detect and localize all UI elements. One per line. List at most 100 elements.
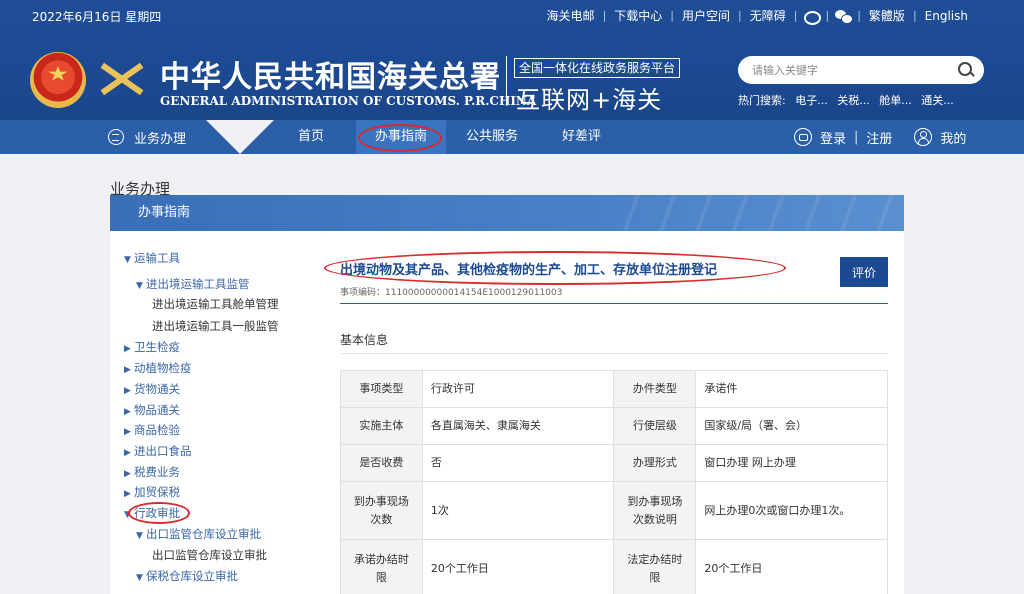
- table-value-cell: 各直属海关、隶属海关: [421, 407, 615, 445]
- table-row: 实施主体 各直属海关、隶属海关 行使层级 国家级/局（署、会）: [340, 407, 888, 445]
- title-divider: [340, 303, 888, 304]
- nav-notch: [206, 120, 274, 154]
- table-key-cell: 办理形式: [613, 444, 697, 482]
- my-account-link[interactable]: 我的: [940, 128, 966, 147]
- table-key-cell: 办件类型: [613, 370, 697, 408]
- nav-business-menu[interactable]: 业务办理: [108, 120, 186, 154]
- basic-info-table: 事项类型 行政许可 办件类型 承诺件 实施主体 各直属海关、隶属海关 行使层级 国家级/局（署…: [340, 370, 888, 594]
- platform-title: 互联网+海关: [516, 86, 663, 114]
- caret-right-icon: ▶: [124, 448, 131, 458]
- chat-icon[interactable]: [794, 128, 812, 146]
- weibo-icon[interactable]: [803, 9, 822, 25]
- sidebar-item-label: 出口监管仓库设立审批: [146, 527, 261, 541]
- sidebar-item-label: 加贸保税: [134, 485, 180, 499]
- table-value-cell: 20个工作日: [695, 539, 888, 594]
- panel-header: 办事指南: [110, 195, 904, 231]
- caret-right-icon: ▶: [124, 407, 131, 417]
- link-traditional-chinese[interactable]: 繁體版: [861, 7, 913, 24]
- table-value-cell: 1次: [421, 481, 615, 540]
- caret-down-icon: ▼: [136, 531, 143, 541]
- caret-right-icon: ▶: [124, 365, 131, 375]
- sidebar-item[interactable]: ▼ 出口监管仓库设立审批: [136, 526, 261, 542]
- hot-search: 热门搜索: 电子... 关税... 舱单... 通关...: [738, 92, 960, 108]
- sidebar-item[interactable]: ▶ 动植物检疫: [124, 360, 192, 376]
- hot-search-term[interactable]: 舱单...: [879, 94, 912, 107]
- caret-down-icon: ▼: [124, 255, 131, 265]
- login-link[interactable]: 登录: [820, 128, 846, 147]
- top-bar: 2022年6月16日 星期四 海关电邮 | 下载中心 | 用户空间 | 无障碍 | | …: [0, 0, 1024, 30]
- sidebar-item-label: 进出境运输工具舱单管理: [152, 297, 279, 311]
- nav-account: 登录 | 注册 我的: [794, 120, 966, 154]
- link-accessibility[interactable]: 无障碍: [742, 7, 794, 24]
- sidebar-item[interactable]: ▶ 进出口食品: [124, 443, 192, 459]
- sidebar-item-label: 税费业务: [134, 465, 180, 479]
- sidebar-item-label: 商品检验: [134, 423, 180, 437]
- site-title-cn[interactable]: 中华人民共和国海关总署: [160, 52, 501, 96]
- sidebar-item-label: 货物通关: [134, 382, 180, 396]
- table-value-cell: 否: [421, 444, 615, 482]
- sidebar-item-label: 进出口食品: [134, 444, 192, 458]
- caret-down-icon: ▼: [136, 573, 143, 583]
- sidebar-item[interactable]: ▼ 保税仓库设立审批: [136, 568, 238, 584]
- wechat-icon[interactable]: [835, 9, 854, 24]
- main-nav: 业务办理 首页 办事指南 公共服务 好差评 登录 | 注册 我的: [0, 120, 1024, 154]
- account-separator: |: [854, 129, 859, 145]
- sidebar-item[interactable]: 出口监管仓库设立审批: [152, 547, 267, 563]
- sidebar-item-label: 出口监管仓库设立审批: [152, 548, 267, 562]
- current-date: 2022年6月16日 星期四: [32, 10, 162, 24]
- sidebar-item-label: 动植物检疫: [134, 361, 192, 375]
- table-row: 是否收费否办理形式 窗口办理 网上办理: [340, 444, 888, 482]
- hot-search-term[interactable]: 关税...: [837, 94, 870, 107]
- sidebar-item[interactable]: ▶ 商品检验: [124, 422, 180, 438]
- search-input[interactable]: [752, 61, 942, 79]
- table-key-cell: 法定办结时限: [613, 539, 697, 594]
- annotation-circle: [324, 251, 786, 285]
- table-key-cell: 实施主体: [340, 407, 423, 445]
- caret-right-icon: ▶: [124, 344, 131, 354]
- nav-public-services[interactable]: 公共服务: [466, 120, 518, 154]
- sidebar-item[interactable]: ▶ 物品通关: [124, 402, 180, 418]
- sidebar-item-label: 卫生检疫: [134, 340, 180, 354]
- customs-logo-icon[interactable]: [96, 54, 148, 106]
- table-key-cell: 承诺办结时限: [340, 539, 423, 594]
- basic-info-heading: 基本信息: [340, 333, 389, 347]
- search-icon[interactable]: [958, 62, 974, 78]
- link-english[interactable]: English: [917, 9, 976, 23]
- basic-info-divider: [340, 353, 888, 354]
- register-link[interactable]: 注册: [866, 128, 892, 147]
- platform-subtitle: 全国一体化在线政务服务平台: [514, 58, 680, 78]
- link-download-center[interactable]: 下载中心: [606, 7, 670, 24]
- nav-home[interactable]: 首页: [298, 120, 324, 154]
- national-emblem-icon[interactable]: [30, 52, 86, 108]
- search-box: [738, 56, 984, 84]
- table-value-cell: 国家级/局（署、会）: [695, 407, 888, 445]
- sidebar-item[interactable]: ▶ 卫生检疫: [124, 339, 180, 355]
- table-value-cell: 承诺件: [695, 370, 888, 408]
- sidebar-item[interactable]: ▶ 税费业务: [124, 464, 180, 480]
- hot-search-term[interactable]: 电子...: [795, 94, 828, 107]
- sidebar-item[interactable]: ▶ 加贸保税: [124, 484, 180, 500]
- caret-right-icon: ▶: [124, 386, 131, 396]
- hot-search-term[interactable]: 通关...: [921, 94, 954, 107]
- sidebar-item[interactable]: 进出境运输工具一般监管: [152, 318, 279, 334]
- user-icon[interactable]: [914, 128, 933, 146]
- rate-button[interactable]: 评价: [840, 257, 888, 287]
- sidebar-item-label: 进出境运输工具一般监管: [152, 319, 279, 333]
- site-header: 2022年6月16日 星期四 海关电邮 | 下载中心 | 用户空间 | 无障碍 | | …: [0, 0, 1024, 120]
- item-code: 事项编码：11100000000014154E1000129011003: [340, 288, 563, 298]
- link-customs-email[interactable]: 海关电邮: [539, 7, 603, 24]
- sidebar-item-label: 运输工具: [134, 251, 180, 265]
- caret-right-icon: ▶: [124, 427, 131, 437]
- sidebar-item[interactable]: ▼ 运输工具: [124, 250, 180, 266]
- annotation-circle: [128, 502, 190, 524]
- sidebar-item[interactable]: ▶ 货物通关: [124, 381, 180, 397]
- sidebar-item[interactable]: ▼ 进出境运输工具监管: [136, 276, 250, 292]
- annotation-circle: [358, 124, 442, 152]
- hot-search-label: 热门搜索:: [738, 94, 786, 107]
- sidebar-item[interactable]: 进出境运输工具舱单管理: [152, 296, 279, 312]
- table-value-cell: 20个工作日: [421, 539, 615, 594]
- link-user-space[interactable]: 用户空间: [674, 7, 738, 24]
- menu-icon: [108, 129, 124, 145]
- sidebar-item-label: 物品通关: [134, 403, 180, 417]
- nav-feedback[interactable]: 好差评: [562, 120, 601, 154]
